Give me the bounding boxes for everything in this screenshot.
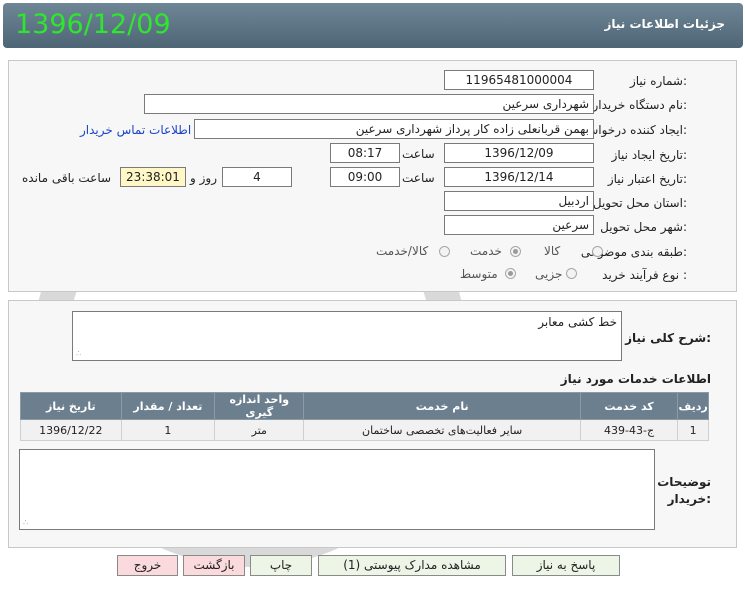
- buyer-field: شهرداری سرعین: [144, 94, 594, 114]
- remaining-time-field: 23:38:01: [120, 167, 186, 187]
- valid-date-label: تاریخ اعتبار نیاز:: [607, 172, 687, 186]
- table-row: 1 ج-43-439 سایر فعالیت‌های تخصصی ساختمان…: [20, 419, 709, 441]
- category-goods-label: کالا: [544, 244, 561, 258]
- services-section-title: اطلاعات خدمات مورد نیاز: [560, 372, 711, 386]
- buyer-contact-link[interactable]: اطلاعات تماس خريدار: [80, 123, 191, 137]
- created-time-field: 08:17: [330, 143, 400, 163]
- buyer-notes-label-line2: خریدار:: [667, 492, 711, 506]
- col-quantity: تعداد / مقدار: [120, 392, 216, 420]
- col-service-code: کد خدمت: [579, 392, 679, 420]
- need-number-label: شماره نیاز:: [629, 74, 687, 88]
- need-number-field: 11965481000004: [444, 70, 594, 90]
- resize-grip-icon: ∴: [23, 518, 28, 527]
- category-goods-service-label: کالا/خدمت: [376, 244, 429, 258]
- province-field: اردبیل: [444, 191, 594, 211]
- created-time-label: ساعت: [402, 147, 435, 161]
- description-text: خط کشی معابر: [538, 315, 617, 329]
- col-need-date: تاریخ نیاز: [20, 392, 122, 420]
- creator-field: بهمن قربانعلی زاده کار پرداز شهرداری سرع…: [194, 119, 594, 139]
- services-header-row: ردیف کد خدمت نام خدمت واحد اندازه گیری ت…: [20, 392, 709, 420]
- province-label: استان محل تحویل:: [592, 196, 687, 210]
- back-button[interactable]: بازگشت: [183, 555, 245, 576]
- valid-time-field: 09:00: [330, 167, 400, 187]
- page-header: جزئیات اطلاعات نیاز 1396/12/09: [3, 3, 743, 48]
- cell-need-date: 1396/12/22: [20, 419, 122, 441]
- description-textarea[interactable]: خط کشی معابر ∴: [72, 311, 622, 361]
- view-attachments-button[interactable]: مشاهده مدارک پیوستی (1): [318, 555, 506, 576]
- category-service-radio[interactable]: [510, 246, 521, 257]
- print-button[interactable]: چاپ: [250, 555, 312, 576]
- reply-button[interactable]: پاسخ به نیاز: [512, 555, 620, 576]
- created-date-label: تاریخ ایجاد نیاز:: [611, 148, 687, 162]
- exit-button[interactable]: خروج: [117, 555, 178, 576]
- created-date-field: 1396/12/09: [444, 143, 594, 163]
- cell-unit: متر: [214, 419, 305, 441]
- days-label: روز و: [190, 171, 217, 185]
- resize-grip-icon: ∴: [76, 349, 81, 358]
- services-table: ردیف کد خدمت نام خدمت واحد اندازه گیری ت…: [20, 392, 709, 441]
- page-title: جزئیات اطلاعات نیاز: [604, 17, 725, 31]
- header-date: 1396/12/09: [15, 9, 171, 40]
- buyer-notes-label-line1: توضیحات: [657, 475, 711, 489]
- process-medium-label: متوسط: [460, 267, 498, 281]
- description-label: شرح کلی نیاز:: [625, 331, 711, 345]
- process-minor-label: جزیی: [535, 267, 563, 281]
- category-goods-radio[interactable]: [592, 246, 603, 257]
- process-minor-radio[interactable]: [566, 268, 577, 279]
- valid-date-field: 1396/12/14: [444, 167, 594, 187]
- col-service-name: نام خدمت: [303, 392, 581, 420]
- col-row-number: ردیف: [677, 392, 709, 420]
- category-goods-service-radio[interactable]: [439, 246, 450, 257]
- remaining-time-label: ساعت باقی مانده: [22, 171, 112, 185]
- city-label: شهر محل تحویل:: [600, 220, 687, 234]
- days-field: 4: [222, 167, 292, 187]
- process-label: نوع فرآیند خرید :: [602, 268, 687, 282]
- process-medium-radio[interactable]: [505, 268, 516, 279]
- cell-service-name: سایر فعالیت‌های تخصصی ساختمان: [303, 419, 581, 441]
- cell-row-number: 1: [677, 419, 709, 441]
- buyer-label: نام دستگاه خريدار:: [592, 98, 688, 112]
- city-field: سرعین: [444, 215, 594, 235]
- cell-service-code: ج-43-439: [579, 419, 679, 441]
- category-service-label: خدمت: [470, 244, 502, 258]
- valid-time-label: ساعت: [402, 171, 435, 185]
- col-unit: واحد اندازه گیری: [214, 392, 305, 420]
- cell-quantity: 1: [120, 419, 216, 441]
- buyer-notes-textarea[interactable]: ∴: [19, 449, 655, 530]
